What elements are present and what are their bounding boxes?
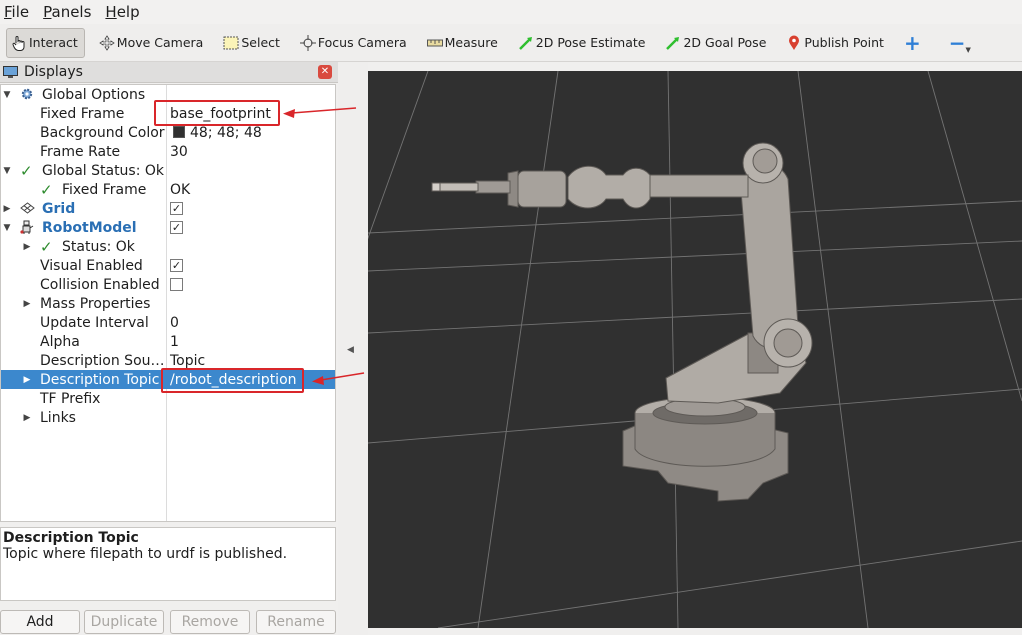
ground-grid	[368, 71, 1022, 628]
render-viewport[interactable]	[368, 71, 1022, 628]
annotation-arrow-description-topic	[312, 372, 365, 385]
scene-3d	[368, 71, 1022, 628]
robot-arm	[431, 142, 813, 502]
annotation-arrow-fixed-frame	[283, 107, 357, 118]
